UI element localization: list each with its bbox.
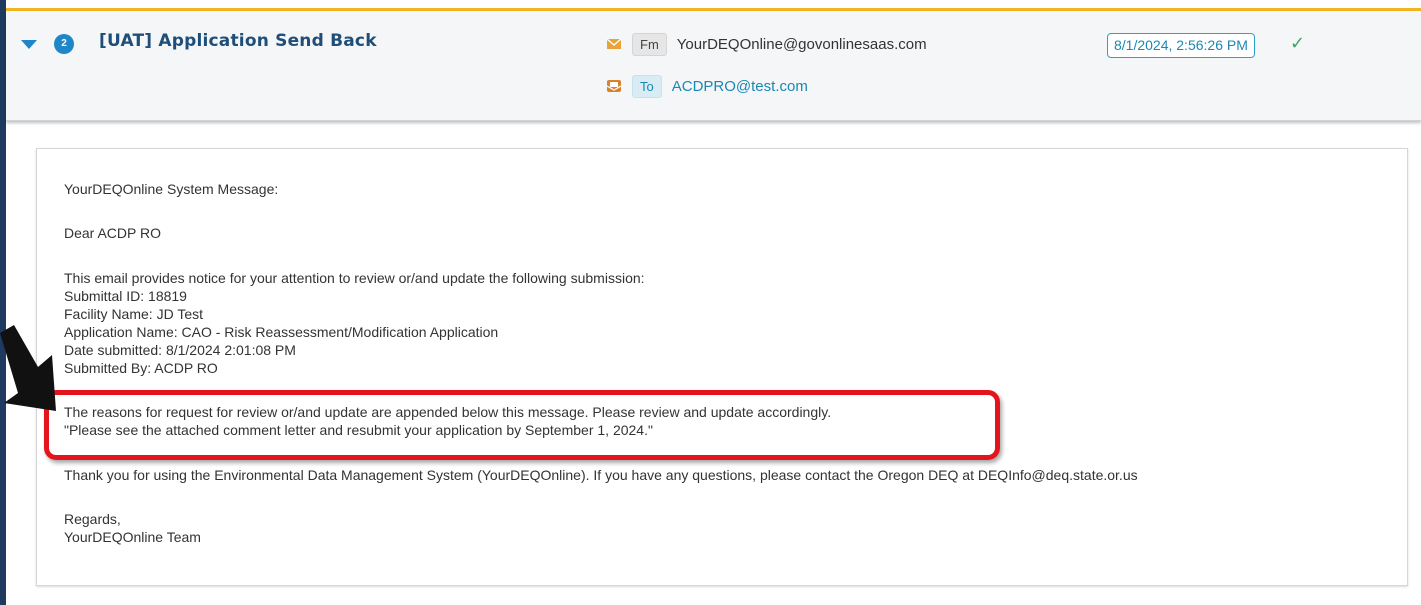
check-icon: ✓ xyxy=(1290,33,1306,54)
message-line: Application Name: CAO - Risk Reassessmen… xyxy=(64,324,499,340)
caret-down-icon[interactable] xyxy=(21,40,37,49)
message-line: Thank you for using the Environmental Da… xyxy=(64,467,1138,483)
message-line: Date submitted: 8/1/2024 2:01:08 PM xyxy=(64,342,296,358)
envelope-icon xyxy=(606,38,622,49)
message-line: Submittal ID: 18819 xyxy=(64,288,187,304)
message-line: Dear ACDP RO xyxy=(64,225,161,241)
email-subject[interactable]: [UAT] Application Send Back xyxy=(99,31,377,51)
message-line: YourDEQOnline Team xyxy=(64,529,201,545)
message-line: Facility Name: JD Test xyxy=(64,306,203,322)
sent-timestamp: 8/1/2024, 2:56:26 PM xyxy=(1107,33,1255,58)
to-address[interactable]: ACDPRO@test.com xyxy=(672,78,808,95)
message-line: This email provides notice for your atte… xyxy=(64,270,645,286)
email-header[interactable]: 2 [UAT] Application Send Back Fm YourDEQ… xyxy=(6,11,1421,121)
from-row: Fm YourDEQOnline@govonlinesaas.com xyxy=(606,31,927,57)
message-line: YourDEQOnline System Message: xyxy=(64,181,279,197)
from-tag: Fm xyxy=(632,32,667,56)
message-line: Submitted By: ACDP RO xyxy=(64,360,218,376)
thread-count-badge: 2 xyxy=(54,34,74,54)
highlight-annotation-box xyxy=(44,390,1000,460)
to-tag: To xyxy=(632,74,662,98)
message-body: YourDEQOnline System Message: Dear ACDP … xyxy=(36,148,1408,586)
to-row: To ACDPRO@test.com xyxy=(606,73,808,99)
pointer-arrow-icon xyxy=(0,325,56,411)
envelope-open-icon xyxy=(606,80,622,92)
from-address: YourDEQOnline@govonlinesaas.com xyxy=(676,35,927,53)
message-line: Regards, xyxy=(64,511,121,527)
